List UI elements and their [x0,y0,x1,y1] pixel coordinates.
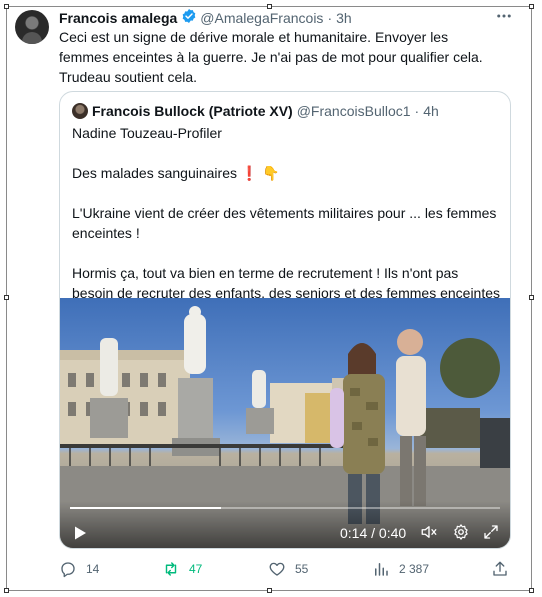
like-button[interactable]: 55 [268,560,308,578]
resize-handle-middle-right[interactable] [529,295,534,300]
quoted-author-avatar [72,103,88,119]
video-player[interactable]: 0:14 / 0:40 [60,298,510,548]
video-current-time: 0:14 [340,525,368,541]
reply-button[interactable]: 14 [59,560,99,578]
resize-handle-bottom-right[interactable] [529,588,534,593]
video-progress-fill [70,507,221,509]
resize-handle-top-left[interactable] [4,4,9,9]
quoted-author-handle: @FrancoisBulloc1 [296,103,411,119]
retweet-button[interactable]: 47 [162,560,202,578]
tweet-text: Ceci est un signe de dérive morale et hu… [59,29,483,85]
fullscreen-icon[interactable] [482,523,500,541]
quoted-paragraph: Des malades sanguinaires ❗ 👇 [72,165,280,181]
author-handle[interactable]: @AmalegaFrancois [200,9,323,27]
resize-handle-middle-left[interactable] [4,295,9,300]
analytics-icon [375,563,388,576]
resize-handle-bottom-left[interactable] [4,588,9,593]
reply-count: 14 [86,562,100,576]
quoted-tweet-time: 4h [423,103,439,119]
views-count: 2 387 [399,562,430,576]
retweet-count: 47 [189,562,203,576]
resize-handle-top-right[interactable] [529,4,534,9]
video-time-separator: / [367,525,379,541]
heart-icon [269,562,285,576]
quoted-tweet-header: Francois Bullock (Patriote XV) @Francois… [72,102,439,120]
tweet-header: Francois amalega @AmalegaFrancois · 3h [59,8,352,28]
header-separator: · [327,10,333,26]
reply-icon [61,562,75,578]
views-button[interactable]: 2 387 [372,560,429,578]
share-icon [493,561,507,576]
quoted-tweet[interactable]: Francois Bullock (Patriote XV) @Francois… [59,91,511,549]
quoted-paragraph: L'Ukraine vient de créer des vêtements m… [72,205,497,241]
tweet-actions: 14 47 55 2 387 [59,560,511,580]
settings-icon[interactable] [452,523,470,541]
video-progress-bar[interactable] [70,507,500,509]
quoted-author-name: Francois Bullock (Patriote XV) [92,103,293,119]
video-time: 0:14 / 0:40 [340,525,406,541]
video-controls: 0:14 / 0:40 [60,501,510,548]
play-icon[interactable] [72,525,88,541]
tweet-time[interactable]: 3h [336,9,352,27]
like-count: 55 [295,562,309,576]
retweet-icon [165,562,177,576]
quoted-paragraph: Nadine Touzeau-Profiler [72,125,222,141]
volume-muted-icon[interactable] [420,523,438,541]
author-avatar[interactable] [15,10,49,44]
author-name[interactable]: Francois amalega [59,9,177,27]
quoted-header-separator: · [414,103,420,119]
resize-handle-bottom-center[interactable] [267,588,272,593]
verified-badge-icon [181,8,197,28]
share-button[interactable] [491,560,518,578]
video-duration: 0:40 [378,525,407,541]
